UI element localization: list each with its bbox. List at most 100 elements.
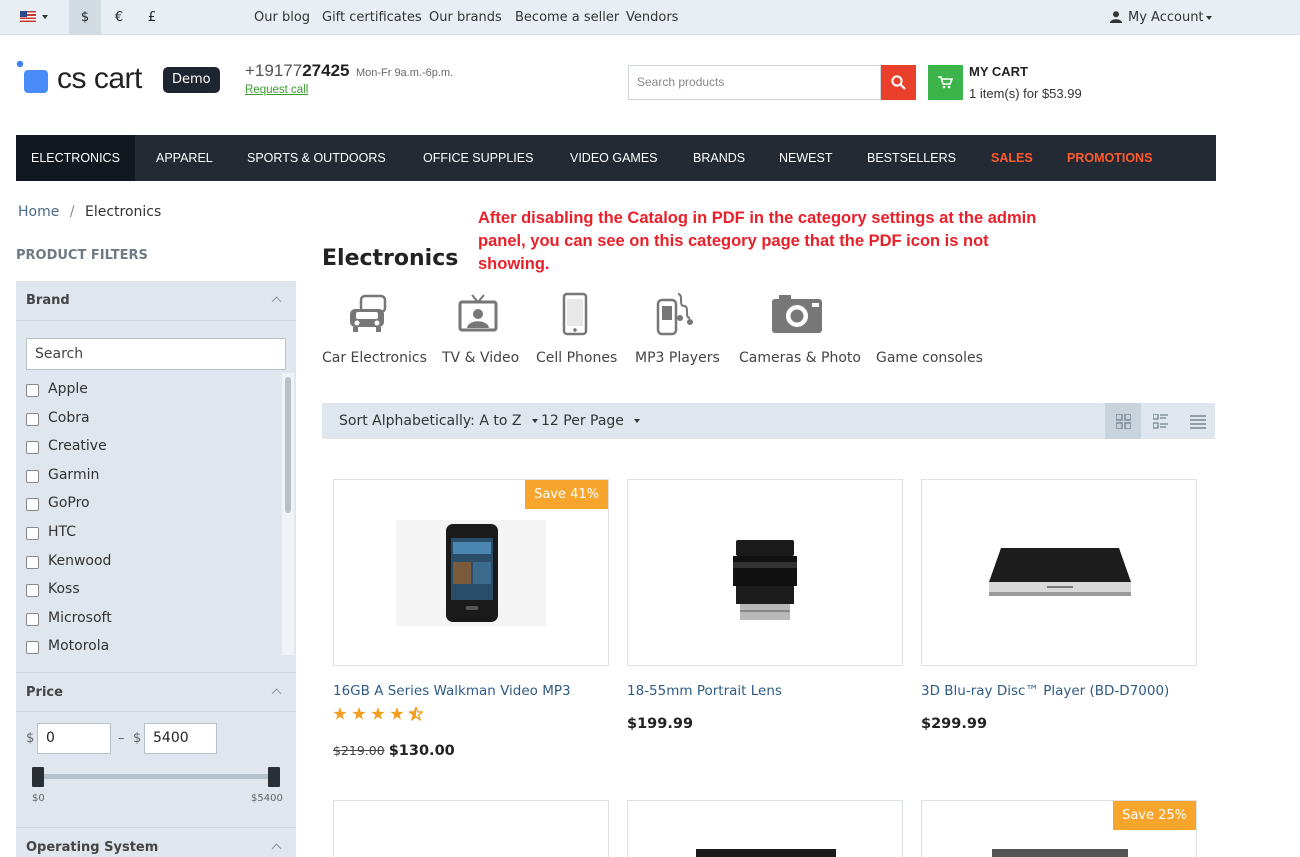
logo-icon [16,60,48,93]
request-call-link[interactable]: Request call [245,84,308,96]
price-filter-header[interactable]: Price [16,672,296,712]
nav-newest[interactable]: NEWEST [764,135,847,181]
price-range-track[interactable] [38,774,274,779]
list-view-button[interactable] [1142,403,1178,439]
product-price-lens: $199.99 [627,716,694,732]
os-filter-title: Operating System [26,840,159,855]
currency-usd[interactable]: $ [69,0,101,35]
product-title-bluray[interactable]: 3D Blu-ray Disc™ Player (BD-D7000) [921,683,1169,699]
price-range-max-handle[interactable] [268,767,280,787]
bluray-player-image [989,548,1131,596]
brand-scrollbar[interactable] [282,373,294,655]
demo-badge: Demo [163,67,220,93]
nav-brands[interactable]: BRANDS [678,135,760,181]
car-electronics-icon[interactable] [347,293,389,335]
product-card[interactable] [333,800,609,857]
half-star-icon [409,707,423,721]
logo[interactable]: cs cart Demo [16,60,226,100]
nav-sports-outdoors[interactable]: SPORTS & OUTDOORS [232,135,401,181]
checkbox[interactable] [26,413,39,426]
subcategory-game-consoles[interactable]: Game consoles [876,350,983,366]
sort-toolbar: Sort Alphabetically: A to Z 12 Per Page [322,403,1215,439]
grid-view-button[interactable] [1105,403,1141,439]
price-max-label: $5400 [251,793,283,804]
cart-summary[interactable]: 1 item(s) for $53.99 [969,86,1082,101]
breadcrumb: Home / Electronics [18,204,162,220]
checkbox[interactable] [26,613,39,626]
working-hours: Mon-Fr 9a.m.-6p.m. [355,67,454,79]
chevron-up-icon [271,843,282,854]
nav-apparel[interactable]: APPAREL [141,135,228,181]
price-range-min-handle[interactable] [32,767,44,787]
product-card[interactable]: Save 25% [921,800,1197,857]
compact-view-button[interactable] [1179,403,1215,439]
chevron-up-icon [271,296,282,307]
nav-video-games[interactable]: VIDEO GAMES [555,135,673,181]
link-our-brands[interactable]: Our brands [429,0,502,35]
currency-gbp[interactable]: £ [136,0,168,35]
star-icon [333,707,347,720]
search-button[interactable] [881,65,916,100]
price-min-input[interactable]: 0 [37,723,111,754]
discount-badge: Save 25% [1113,801,1196,830]
nav-promotions[interactable]: PROMOTIONS [1052,135,1167,181]
language-selector[interactable] [14,0,54,35]
currency-eur[interactable]: € [103,0,135,35]
brand-filter-header[interactable]: Brand [16,281,296,321]
checkbox[interactable] [26,556,39,569]
my-account-label: My Account [1128,10,1204,25]
chevron-down-icon [42,15,48,19]
filters-panel: Brand Search Apple Cobra Creative Garmin… [16,281,296,857]
scrollbar-thumb[interactable] [285,377,291,513]
cart-title[interactable]: MY CART [969,64,1028,79]
sort-dropdown[interactable]: Sort Alphabetically: A to Z [339,413,538,429]
checkbox[interactable] [26,470,39,483]
my-account-menu[interactable]: My Account [1108,0,1218,35]
nav-office-supplies[interactable]: OFFICE SUPPLIES [408,135,548,181]
checkbox[interactable] [26,641,39,654]
compact-list-icon [1190,415,1206,429]
subcategory-mp3-players[interactable]: MP3 Players [635,350,720,366]
product-image-bluray[interactable] [921,479,1197,666]
link-vendors[interactable]: Vendors [626,0,678,35]
link-our-blog[interactable]: Our blog [254,0,310,35]
star-icon [352,707,366,720]
per-page-dropdown[interactable]: 12 Per Page [541,413,641,429]
breadcrumb-home[interactable]: Home [18,204,59,220]
subcategory-car-electronics[interactable]: Car Electronics [322,350,427,366]
camera-icon[interactable] [771,293,823,335]
price-filter-title: Price [26,685,63,700]
cell-phone-icon[interactable] [562,292,588,336]
checkbox[interactable] [26,584,39,597]
subcategory-cameras-photo[interactable]: Cameras & Photo [739,350,861,366]
product-card[interactable] [627,800,903,857]
search-input[interactable]: Search products [628,65,881,100]
discount-badge: Save 41% [525,480,608,509]
brand-search-input[interactable]: Search [26,338,286,370]
checkbox[interactable] [26,441,39,454]
os-filter-header[interactable]: Operating System [16,827,296,857]
subcategory-tv-video[interactable]: TV & Video [442,350,519,366]
price-max-input[interactable]: 5400 [144,723,217,754]
nav-electronics[interactable]: ELECTRONICS [16,135,135,181]
search-icon [891,75,906,90]
product-image-lens[interactable] [627,479,903,666]
checkbox[interactable] [26,384,39,397]
tv-video-icon[interactable] [458,293,498,335]
old-price: $219.00 [333,743,385,758]
nav-sales[interactable]: SALES [976,135,1048,181]
checkbox[interactable] [26,498,39,511]
product-image-walkman[interactable]: Save 41% [333,479,609,666]
link-become-a-seller[interactable]: Become a seller [515,0,619,35]
us-flag-icon [20,11,36,22]
product-title-lens[interactable]: 18-55mm Portrait Lens [627,683,782,699]
cart-icon [938,76,953,89]
checkbox[interactable] [26,527,39,540]
cart-button[interactable] [928,65,963,100]
subcategory-cell-phones[interactable]: Cell Phones [536,350,617,366]
mp3-player-icon[interactable] [656,292,696,336]
link-gift-certificates[interactable]: Gift certificates [322,0,422,35]
nav-bestsellers[interactable]: BESTSELLERS [852,135,971,181]
product-title-walkman[interactable]: 16GB A Series Walkman Video MP3 [333,683,571,699]
chevron-down-icon [1206,16,1212,20]
